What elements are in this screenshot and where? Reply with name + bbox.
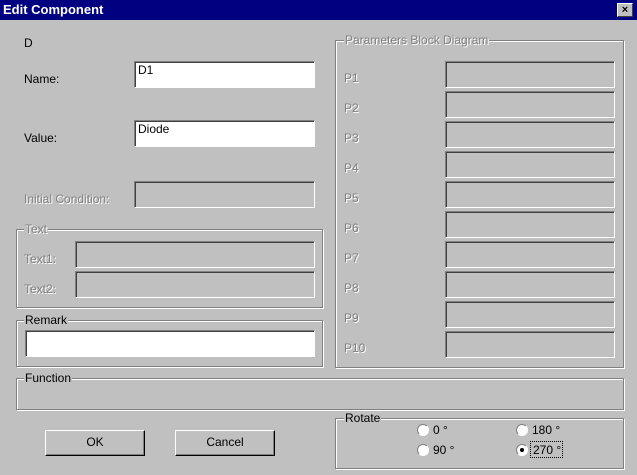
rotate-0-radio[interactable]: [417, 424, 429, 436]
value-field[interactable]: [135, 121, 314, 135]
param-field-box: [445, 181, 615, 208]
remark-field-box: [25, 330, 315, 357]
function-group-legend: Function: [24, 371, 73, 385]
window-title: Edit Component: [3, 2, 104, 17]
param-field[interactable]: [446, 152, 614, 177]
param-label: P8: [344, 281, 359, 295]
initial-condition-field[interactable]: [135, 182, 314, 207]
text2-field-box: [75, 271, 315, 298]
text1-field-box: [75, 241, 315, 268]
param-field[interactable]: [446, 332, 614, 357]
text1-field[interactable]: [76, 242, 314, 267]
param-field[interactable]: [446, 182, 614, 207]
text2-field[interactable]: [76, 272, 314, 297]
param-field-box: [445, 331, 615, 358]
rotate-270-label: 270 °: [533, 443, 562, 457]
name-label: Name:: [24, 72, 60, 86]
rotate-180-label: 180 °: [532, 423, 561, 437]
radio-selected-dot: [520, 448, 524, 452]
param-label: P4: [344, 161, 359, 175]
param-field-box: [445, 241, 615, 268]
param-field[interactable]: [446, 92, 614, 117]
param-field-box: [445, 301, 615, 328]
rotate-180-radio[interactable]: [516, 424, 528, 436]
text2-label: Text2:: [24, 282, 57, 296]
text1-label: Text1:: [24, 252, 57, 266]
param-field[interactable]: [446, 122, 614, 147]
close-icon: ×: [621, 4, 629, 16]
param-field-box: [445, 91, 615, 118]
param-field[interactable]: [446, 302, 614, 327]
initial-condition-field-box: [134, 181, 315, 208]
name-field-box: [134, 61, 315, 88]
param-label: P6: [344, 221, 359, 235]
cancel-button[interactable]: Cancel: [175, 430, 275, 456]
param-field[interactable]: [446, 62, 614, 87]
param-field[interactable]: [446, 272, 614, 297]
rotate-270-radio[interactable]: [516, 444, 528, 456]
param-field[interactable]: [446, 242, 614, 267]
close-button[interactable]: ×: [617, 3, 633, 17]
ok-button[interactable]: OK: [45, 430, 145, 456]
parameters-group-legend: Parameters Block Diagram: [344, 33, 490, 47]
param-field-box: [445, 61, 615, 88]
name-field[interactable]: [135, 62, 314, 76]
param-field-box: [445, 151, 615, 178]
value-label: Value:: [24, 131, 58, 145]
param-label: P2: [344, 101, 359, 115]
rotate-group: [335, 418, 624, 469]
component-type-label: D: [24, 36, 33, 50]
rotate-0-label: 0 °: [433, 423, 448, 437]
text-group-legend: Text: [24, 222, 49, 236]
function-group: [16, 378, 624, 410]
param-label: P10: [344, 341, 366, 355]
param-label: P3: [344, 131, 359, 145]
param-field-box: [445, 271, 615, 298]
param-field-box: [445, 211, 615, 238]
rotate-90-label: 90 °: [433, 443, 455, 457]
remark-field[interactable]: [26, 331, 314, 356]
value-field-box: [134, 120, 315, 147]
param-field[interactable]: [446, 212, 614, 237]
initial-condition-label: Initial Condition:: [24, 192, 110, 206]
param-label: P5: [344, 191, 359, 205]
param-label: P7: [344, 251, 359, 265]
param-field-box: [445, 121, 615, 148]
param-label: P1: [344, 71, 359, 85]
rotate-90-radio[interactable]: [417, 444, 429, 456]
rotate-group-legend: Rotate: [344, 411, 382, 425]
title-bar[interactable]: Edit Component ×: [0, 0, 637, 20]
remark-group-legend: Remark: [24, 313, 69, 327]
param-label: P9: [344, 311, 359, 325]
